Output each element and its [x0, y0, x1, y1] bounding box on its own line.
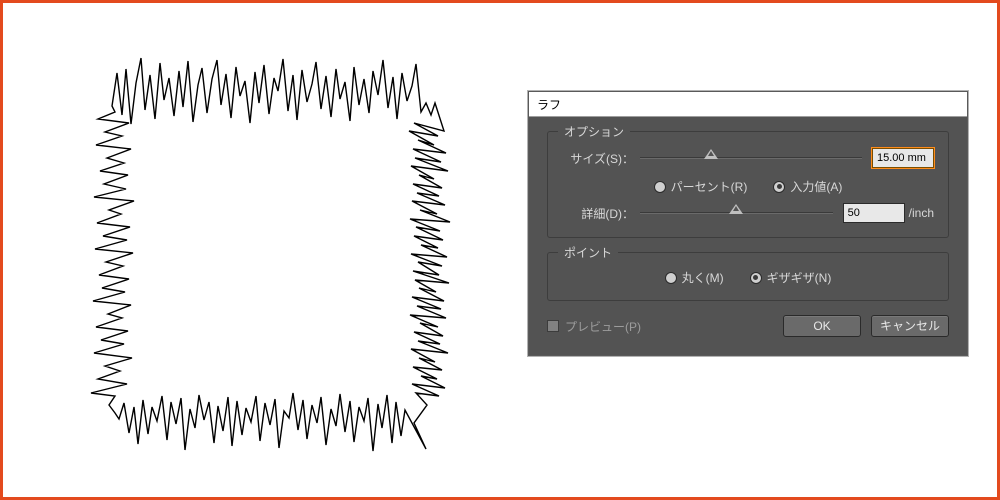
jagged-radio[interactable]: ギザギザ(N)	[750, 269, 832, 286]
detail-unit: /inch	[909, 206, 934, 220]
detail-slider[interactable]	[640, 204, 833, 222]
round-radio-dot	[665, 272, 677, 284]
points-group: ポイント 丸く(M) ギザギザ(N)	[547, 252, 949, 301]
preview-checkbox-label: プレビュー(P)	[565, 318, 641, 335]
roughen-dialog: ラフ オプション サイズ(S)： パーセント(R) 入力値(A	[528, 91, 968, 356]
points-legend: ポイント	[558, 244, 618, 261]
size-input[interactable]	[872, 148, 934, 168]
detail-input[interactable]	[843, 203, 905, 223]
roughen-preview-svg	[43, 23, 483, 473]
options-group: オプション サイズ(S)： パーセント(R) 入力値(A)	[547, 131, 949, 238]
jagged-radio-label: ギザギザ(N)	[767, 269, 832, 286]
size-slider-track	[640, 157, 862, 159]
absolute-radio[interactable]: 入力値(A)	[773, 178, 842, 195]
dialog-title[interactable]: ラフ	[529, 92, 967, 117]
points-radio-row: 丸く(M) ギザギザ(N)	[562, 269, 934, 286]
preview-checkbox[interactable]: プレビュー(P)	[547, 318, 641, 335]
size-type-radio-row: パーセント(R) 入力値(A)	[562, 178, 934, 195]
detail-slider-thumb[interactable]	[729, 204, 743, 218]
percent-radio[interactable]: パーセント(R)	[654, 178, 748, 195]
ok-button[interactable]: OK	[783, 315, 861, 337]
size-label: サイズ(S)：	[562, 150, 640, 167]
roughen-path	[91, 58, 450, 451]
jagged-radio-dot	[750, 272, 762, 284]
dialog-body: オプション サイズ(S)： パーセント(R) 入力値(A)	[529, 117, 967, 355]
dialog-footer: プレビュー(P) OK キャンセル	[547, 315, 949, 337]
size-slider-thumb[interactable]	[704, 149, 718, 163]
absolute-radio-label: 入力値(A)	[790, 178, 842, 195]
preview-checkbox-box	[547, 320, 559, 332]
size-slider[interactable]	[640, 149, 862, 167]
percent-radio-dot	[654, 181, 666, 193]
button-row: OK キャンセル	[783, 315, 949, 337]
options-legend: オプション	[558, 123, 630, 140]
detail-label: 詳細(D)：	[562, 205, 640, 222]
percent-radio-label: パーセント(R)	[671, 178, 748, 195]
detail-row: 詳細(D)： /inch	[562, 203, 934, 223]
size-row: サイズ(S)：	[562, 148, 934, 168]
cancel-button[interactable]: キャンセル	[871, 315, 949, 337]
artwork-preview	[43, 23, 483, 473]
absolute-radio-dot	[773, 181, 785, 193]
round-radio[interactable]: 丸く(M)	[665, 269, 724, 286]
round-radio-label: 丸く(M)	[682, 269, 724, 286]
